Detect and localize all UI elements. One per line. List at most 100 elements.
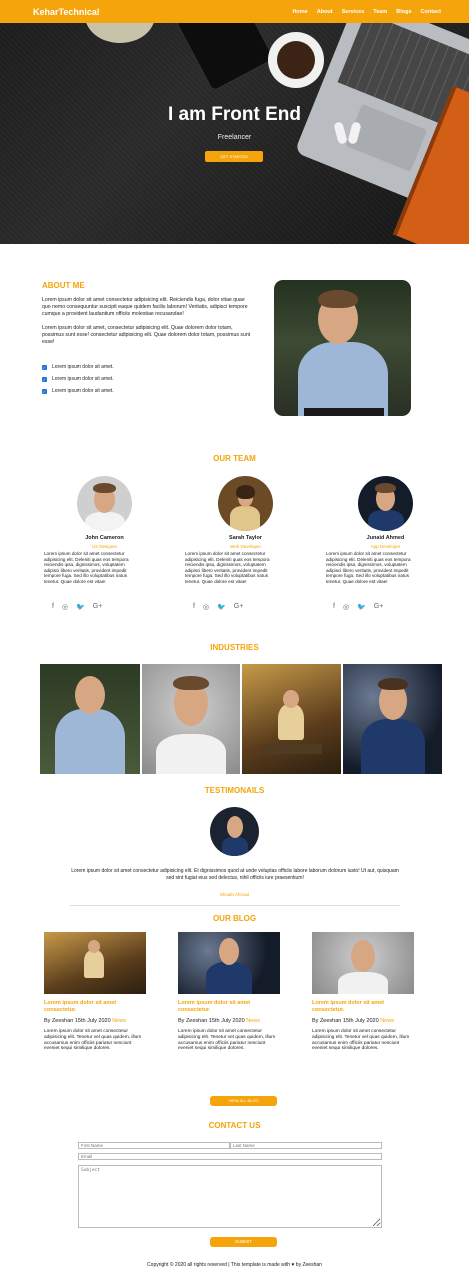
hair-shape (173, 676, 209, 690)
blog-post-title[interactable]: Lorem ipsum dolor sit amet consectetur. (178, 1000, 280, 1013)
dress-shape (278, 704, 304, 740)
head-shape (227, 816, 243, 838)
divider (70, 905, 400, 906)
team-avatar (77, 476, 132, 531)
team-member-role: Web Developer (230, 544, 261, 549)
person-figure (218, 476, 273, 531)
facebook-icon[interactable]: f (333, 603, 335, 611)
head-shape (283, 690, 299, 708)
blog-image[interactable] (178, 932, 280, 994)
get-started-button[interactable]: GET STARTED (205, 151, 263, 162)
blog-post-category[interactable]: News (112, 1018, 126, 1024)
person-figure (274, 280, 411, 416)
shirt-shape (338, 972, 388, 994)
shirt-shape (156, 734, 226, 774)
hair-shape (236, 485, 255, 499)
google-plus-icon[interactable]: G+ (374, 603, 384, 611)
blog-post-category[interactable]: News (246, 1018, 260, 1024)
blog-post-meta: By Zeeshan 15th July 2020 News (178, 1018, 288, 1024)
checkbox-icon[interactable]: ✓ (42, 364, 47, 370)
hero-title: I am Front End (168, 104, 301, 125)
twitter-icon[interactable]: 🐦 (217, 603, 226, 611)
nav-item-blogs[interactable]: Blogs (396, 9, 411, 15)
industry-image (40, 664, 140, 774)
person-figure (77, 476, 132, 531)
team-member-desc: Lorem ipsum dolor sit amet consectetur a… (185, 551, 270, 584)
hair-shape (378, 678, 408, 690)
about-check-item: ✓ Lorem ipsum dolor sit amet. (42, 388, 114, 394)
blog-post-byline: By Zeeshan 15th July 2020 (312, 1018, 379, 1024)
industry-image (142, 664, 240, 774)
blog-image[interactable] (44, 932, 146, 994)
submit-button[interactable]: SUBMIT (210, 1237, 277, 1247)
twitter-icon[interactable]: 🐦 (76, 603, 85, 611)
instagram-icon[interactable]: ◎ (203, 603, 209, 611)
last-name-input[interactable] (230, 1142, 382, 1149)
team-socials: f ◎ 🐦 G+ (333, 603, 383, 611)
nav-item-home[interactable]: Home (292, 9, 307, 15)
blog-post-category[interactable]: News (380, 1018, 394, 1024)
industry-image (343, 664, 442, 774)
team-avatar (358, 476, 413, 531)
blog-post-title[interactable]: Lorem ipsum dolor sit amet consectetur. (44, 1000, 146, 1013)
twitter-icon[interactable]: 🐦 (357, 603, 366, 611)
head-shape (88, 940, 100, 953)
about-paragraph-2: Lorem ipsum dolor sit amet, consectetur … (42, 325, 251, 345)
checkbox-icon[interactable]: ✓ (42, 388, 47, 394)
checkbox-icon[interactable]: ✓ (42, 376, 47, 382)
check-label: Lorem ipsum dolor sit amet. (52, 364, 114, 370)
blog-post-meta: By Zeeshan 15th July 2020 News (44, 1018, 154, 1024)
team-socials: f ◎ 🐦 G+ (52, 603, 102, 611)
blog-post-desc: Lorem ipsum dolor sit amet consectetur a… (312, 1029, 410, 1052)
bench-shape (262, 744, 322, 754)
brand-logo[interactable]: KeharTechnical (33, 7, 99, 17)
testimonial-avatar (210, 807, 259, 856)
blog-title: OUR BLOG (212, 914, 257, 923)
about-check-item: ✓ Lorem ipsum dolor sit amet. (42, 376, 114, 382)
team-member-name: John Cameron (85, 535, 124, 541)
team-member-desc: Lorem ipsum dolor sit amet consectetur a… (44, 551, 129, 584)
footer-copyright: Copyright © 2020 all rights reserved | T… (147, 1262, 322, 1268)
suit-shape (222, 837, 248, 856)
nav-item-contact[interactable]: Contact (421, 9, 441, 15)
shirt-shape (298, 342, 388, 416)
facebook-icon[interactable]: f (52, 603, 54, 611)
check-label: Lorem ipsum dolor sit amet. (52, 388, 114, 394)
shirt-shape (85, 512, 125, 531)
blog-post-title[interactable]: Lorem ipsum dolor sit amet consectetur. (312, 1000, 414, 1013)
team-title: OUR TEAM (213, 454, 256, 463)
hero-subtitle: Freelancer (217, 134, 252, 141)
industries-title: INDUSTRIES (210, 643, 259, 652)
testimonial-text: Lorem ipsum dolor sit amet consectetur a… (71, 868, 399, 881)
view-all-blog-button[interactable]: VIEW ALL BLOG (210, 1096, 277, 1106)
nav-item-services[interactable]: Services (342, 9, 365, 15)
about-paragraph-1: Lorem ipsum dolor sit amet consectetur a… (42, 297, 248, 317)
first-name-input[interactable] (78, 1142, 230, 1149)
blog-post-byline: By Zeeshan 15th July 2020 (178, 1018, 245, 1024)
instagram-icon[interactable]: ◎ (343, 603, 349, 611)
testimonial-name: Shoaib Ahmad (219, 892, 250, 897)
subject-textarea[interactable] (78, 1165, 382, 1228)
blog-image[interactable] (312, 932, 414, 994)
suit-shape (368, 510, 404, 531)
navbar: KeharTechnical Home About Services Team … (0, 0, 469, 23)
blog-post-meta: By Zeeshan 15th July 2020 News (312, 1018, 422, 1024)
facebook-icon[interactable]: f (193, 603, 195, 611)
contact-title: CONTACT US (208, 1121, 261, 1130)
about-check-item: ✓ Lorem ipsum dolor sit amet. (42, 364, 114, 370)
check-label: Lorem ipsum dolor sit amet. (52, 376, 114, 382)
hero-coffee-cup-image (268, 32, 324, 88)
blog-post-desc: Lorem ipsum dolor sit amet consectetur a… (178, 1029, 276, 1052)
nav-item-about[interactable]: About (317, 9, 333, 15)
team-avatar (218, 476, 273, 531)
trousers-shape (304, 408, 384, 416)
email-input[interactable] (78, 1153, 382, 1160)
team-member-desc: Lorem ipsum dolor sit amet consectetur a… (326, 551, 411, 584)
instagram-icon[interactable]: ◎ (62, 603, 68, 611)
shirt-shape (55, 709, 125, 774)
team-member-name: Junaid Ahmed (366, 535, 405, 541)
google-plus-icon[interactable]: G+ (234, 603, 244, 611)
dress-shape (84, 950, 104, 978)
nav-item-team[interactable]: Team (373, 9, 387, 15)
google-plus-icon[interactable]: G+ (93, 603, 103, 611)
